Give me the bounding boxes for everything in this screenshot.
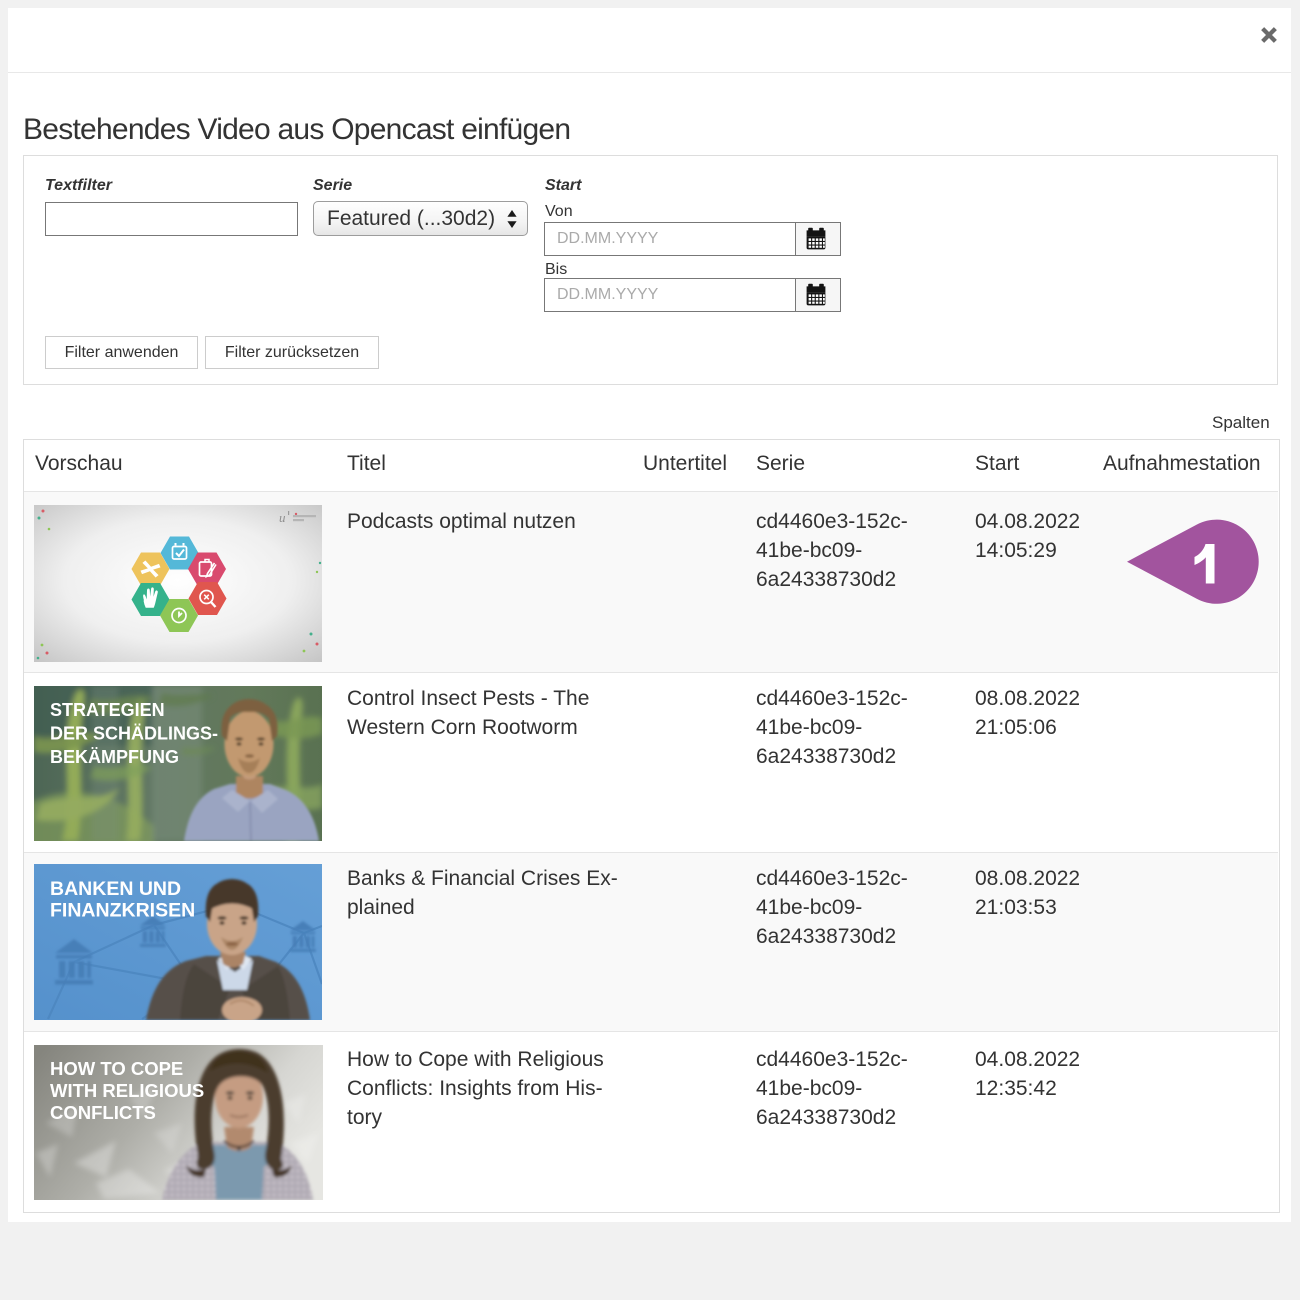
svg-text:HOW TO COPE: HOW TO COPE: [50, 1058, 183, 1079]
svg-text:FINANZKRISEN: FINANZKRISEN: [50, 900, 195, 922]
svg-text:STRATEGIEN: STRATEGIEN: [50, 700, 165, 720]
svg-text:WITH RELIGIOUS: WITH RELIGIOUS: [50, 1080, 204, 1101]
svg-text:BANKEN UND: BANKEN UND: [50, 878, 181, 900]
svg-text:CONFLICTS: CONFLICTS: [50, 1102, 156, 1123]
svg-text:u: u: [279, 510, 286, 525]
svg-text:BEKÄMPFUNG: BEKÄMPFUNG: [50, 747, 179, 767]
svg-text:DER SCHÄDLINGS-: DER SCHÄDLINGS-: [50, 724, 218, 744]
